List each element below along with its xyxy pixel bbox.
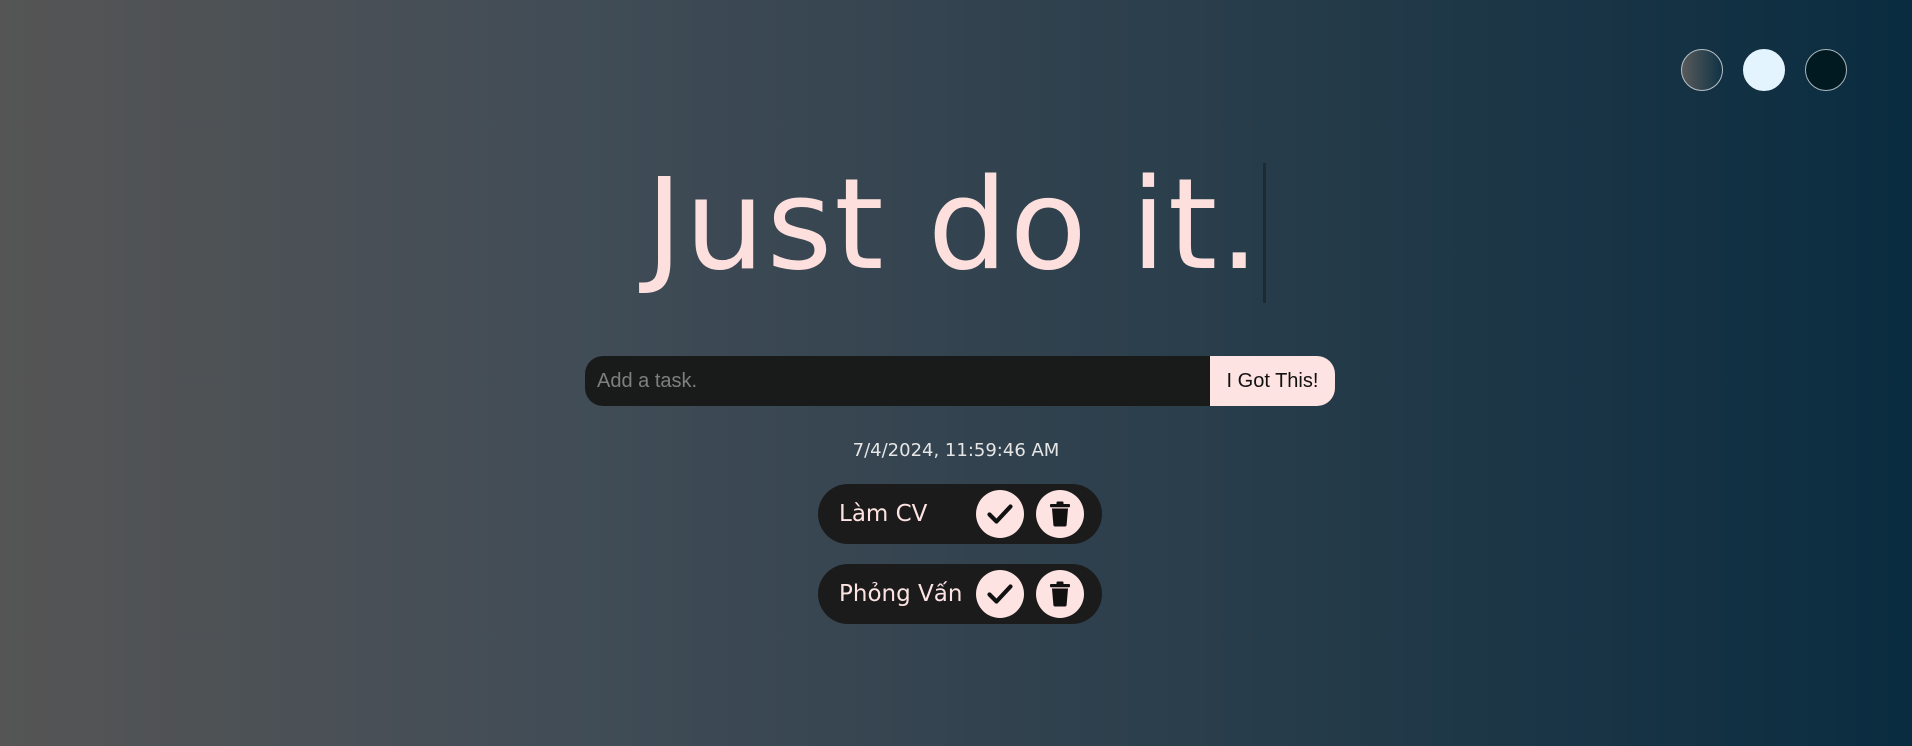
todo-text: Phỏng Vấn (839, 581, 963, 607)
todo-item: Làm CV (818, 484, 1102, 544)
todo-list: Làm CV Phỏng Vấn (818, 484, 1102, 644)
delete-button[interactable] (1036, 490, 1084, 538)
trash-icon (1050, 501, 1070, 527)
check-icon (987, 584, 1013, 604)
light-theme-button[interactable] (1743, 49, 1785, 91)
complete-button[interactable] (976, 490, 1024, 538)
add-task-button[interactable]: I Got This! (1210, 356, 1335, 406)
todo-text: Làm CV (839, 501, 928, 527)
trash-icon (1050, 581, 1070, 607)
delete-button[interactable] (1036, 570, 1084, 618)
page-title-text: Just do it. (645, 151, 1262, 298)
standard-theme-button[interactable] (1681, 49, 1723, 91)
task-form: I Got This! (585, 356, 1335, 406)
task-input[interactable] (585, 356, 1210, 406)
todo-item: Phỏng Vấn (818, 564, 1102, 624)
typing-cursor (1263, 163, 1267, 304)
datetime-display: 7/4/2024, 11:59:46 AM (852, 440, 1060, 461)
complete-button[interactable] (976, 570, 1024, 618)
page-title: Just do it. (0, 150, 1912, 304)
theme-switcher (1681, 49, 1847, 91)
darker-theme-button[interactable] (1805, 49, 1847, 91)
check-icon (987, 504, 1013, 524)
